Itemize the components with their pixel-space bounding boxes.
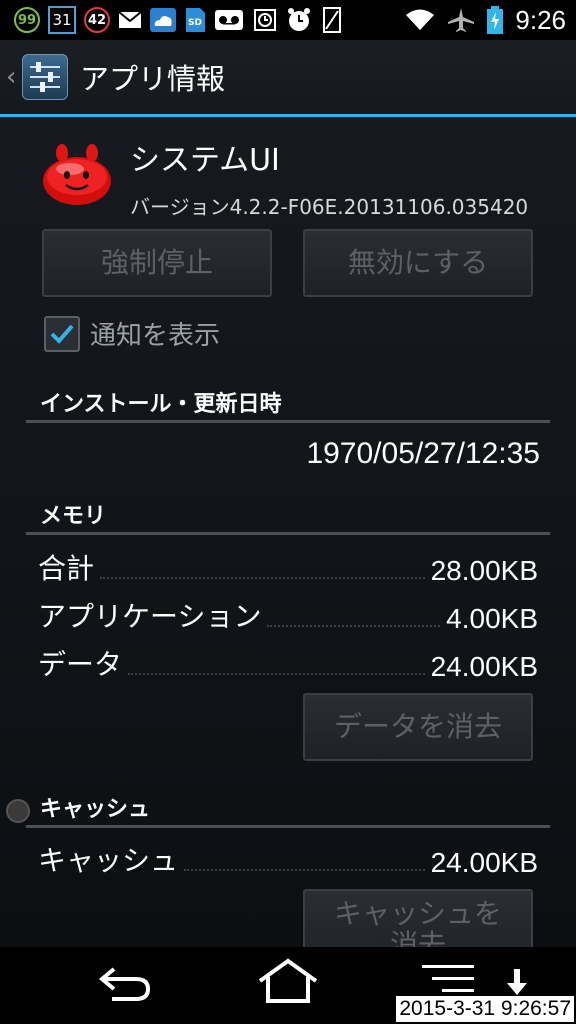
settings-app-icon[interactable] — [22, 54, 68, 100]
app-name: システムUI — [130, 143, 280, 178]
row-leader — [267, 625, 441, 627]
row-label: 合計 — [38, 552, 95, 585]
memory-row-total: 合計 28.00KB — [38, 547, 538, 587]
row-label: アプリケーション — [38, 600, 262, 633]
row-value: 24.00KB — [430, 651, 538, 682]
calendar-icon: 31 — [48, 6, 76, 34]
page-title: アプリ情報 — [80, 62, 226, 96]
mail-icon — [118, 11, 142, 29]
up-caret-icon[interactable]: ‹ — [6, 62, 20, 92]
airplane-icon — [447, 7, 475, 33]
svg-text:SD: SD — [188, 18, 202, 28]
status-clock: 9:26 — [515, 4, 566, 35]
force-stop-button[interactable]: 強制停止 — [42, 229, 272, 297]
section-title-cache: キャッシュ — [40, 797, 151, 822]
disable-button[interactable]: 無効にする — [303, 229, 533, 297]
row-value: 28.00KB — [430, 555, 538, 586]
checkmark-icon — [50, 324, 74, 344]
badge-42-icon: 42 — [84, 7, 110, 33]
screenshot-timestamp: 2015-3-31 9:26:57 — [396, 996, 574, 1022]
cache-row: キャッシュ 24.00KB — [38, 839, 538, 879]
memory-row-application: アプリケーション 4.00KB — [38, 595, 538, 635]
row-value: 24.00KB — [430, 847, 538, 878]
row-leader — [128, 673, 425, 675]
app-version: バージョン4.2.2-F06E.20131106.035420 — [130, 195, 529, 219]
install-datetime: 1970/05/27/12:35 — [306, 437, 540, 470]
battery-charging-icon — [487, 6, 504, 34]
action-bar: ‹ アプリ情報 — [0, 40, 576, 117]
section-divider — [26, 825, 550, 828]
jelly-bean-app-icon — [40, 143, 114, 213]
section-divider — [26, 420, 550, 423]
overlay-handle-icon[interactable] — [6, 799, 30, 823]
row-value: 4.00KB — [446, 603, 538, 634]
row-leader — [100, 577, 425, 579]
wifi-icon — [405, 8, 435, 32]
back-icon[interactable] — [96, 961, 154, 1009]
section-title-memory: メモリ — [40, 504, 107, 529]
home-icon[interactable] — [256, 957, 320, 1009]
app-info-content: システムUI バージョン4.2.2-F06E.20131106.035420 強… — [0, 117, 576, 969]
row-leader — [184, 869, 425, 871]
row-label: キャッシュ — [38, 844, 179, 877]
alarm-clock-icon — [286, 7, 312, 33]
section-title-install: インストール・更新日時 — [40, 392, 282, 417]
cloud-icon — [150, 8, 176, 32]
memory-row-data: データ 24.00KB — [38, 643, 538, 683]
show-notifications-checkbox[interactable] — [44, 315, 80, 352]
section-divider — [26, 532, 550, 535]
vibrate-icon — [320, 7, 344, 33]
show-notifications-row[interactable]: 通知を表示 — [44, 315, 220, 352]
alarm-badge-icon — [252, 7, 278, 33]
status-bar: 99 31 42 SD 9:26 — [0, 0, 576, 40]
badge-99-icon: 99 — [14, 7, 40, 33]
voicemail-icon — [214, 9, 244, 31]
sd-card-icon: SD — [184, 7, 206, 33]
show-notifications-label: 通知を表示 — [90, 321, 221, 351]
clear-data-button[interactable]: データを消去 — [303, 693, 533, 761]
row-label: データ — [38, 648, 123, 681]
navigation-bar: 2015-3-31 9:26:57 — [0, 947, 576, 1024]
